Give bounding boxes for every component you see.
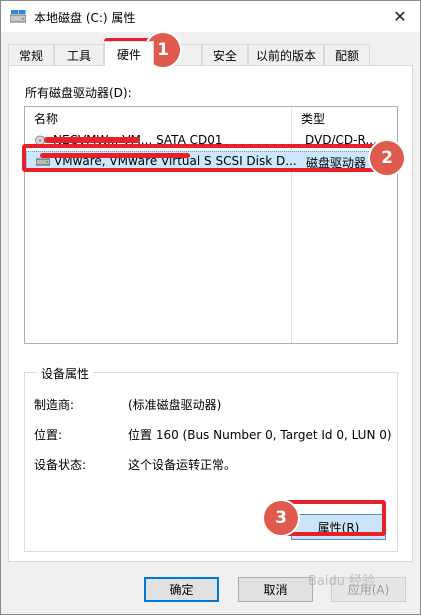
column-header-type[interactable]: 类型 — [292, 107, 397, 129]
tab-security[interactable]: 安全 — [202, 44, 248, 65]
manufacturer-value: (标准磁盘驱动器) — [128, 398, 222, 412]
highlight-box-selected-drive — [22, 144, 382, 172]
device-status-value: 这个设备运转正常。 — [128, 458, 237, 472]
step-badge-2: 2 — [370, 141, 404, 175]
column-header-name[interactable]: 名称 — [25, 107, 289, 129]
tab-general[interactable]: 常规 — [8, 44, 54, 65]
tab-quota[interactable]: 配额 — [324, 44, 370, 65]
window-title: 本地磁盘 (C:) 属性 — [34, 11, 136, 25]
title-bar: 本地磁盘 (C:) 属性 ✕ — [1, 1, 420, 32]
location-value: 位置 160 (Bus Number 0, Target Id 0, LUN 0… — [128, 428, 392, 442]
tab-strip: 常规 工具 硬件 安全 以前的版本 配额 — [8, 41, 412, 66]
location-label: 位置: — [34, 428, 63, 442]
all-drives-label: 所有磁盘驱动器(D): — [25, 86, 132, 100]
highlight-box-properties-button — [283, 500, 386, 536]
redaction-mark — [40, 153, 190, 158]
tab-tools[interactable]: 工具 — [54, 44, 104, 65]
watermark: Baidu 经验 — [308, 574, 376, 589]
step-badge-3: 3 — [264, 501, 298, 535]
device-properties-title: 设备属性 — [37, 365, 94, 382]
drive-icon — [9, 10, 27, 23]
cancel-button[interactable]: 取消 — [238, 577, 313, 602]
close-button[interactable]: ✕ — [380, 1, 420, 32]
device-status-label: 设备状态: — [34, 458, 87, 472]
ok-button[interactable]: 确定 — [144, 577, 219, 602]
manufacturer-label: 制造商: — [34, 398, 75, 412]
redaction-mark — [44, 137, 140, 143]
tab-hardware[interactable]: 硬件 — [104, 41, 154, 66]
tab-previous-versions[interactable]: 以前的版本 — [248, 44, 324, 65]
